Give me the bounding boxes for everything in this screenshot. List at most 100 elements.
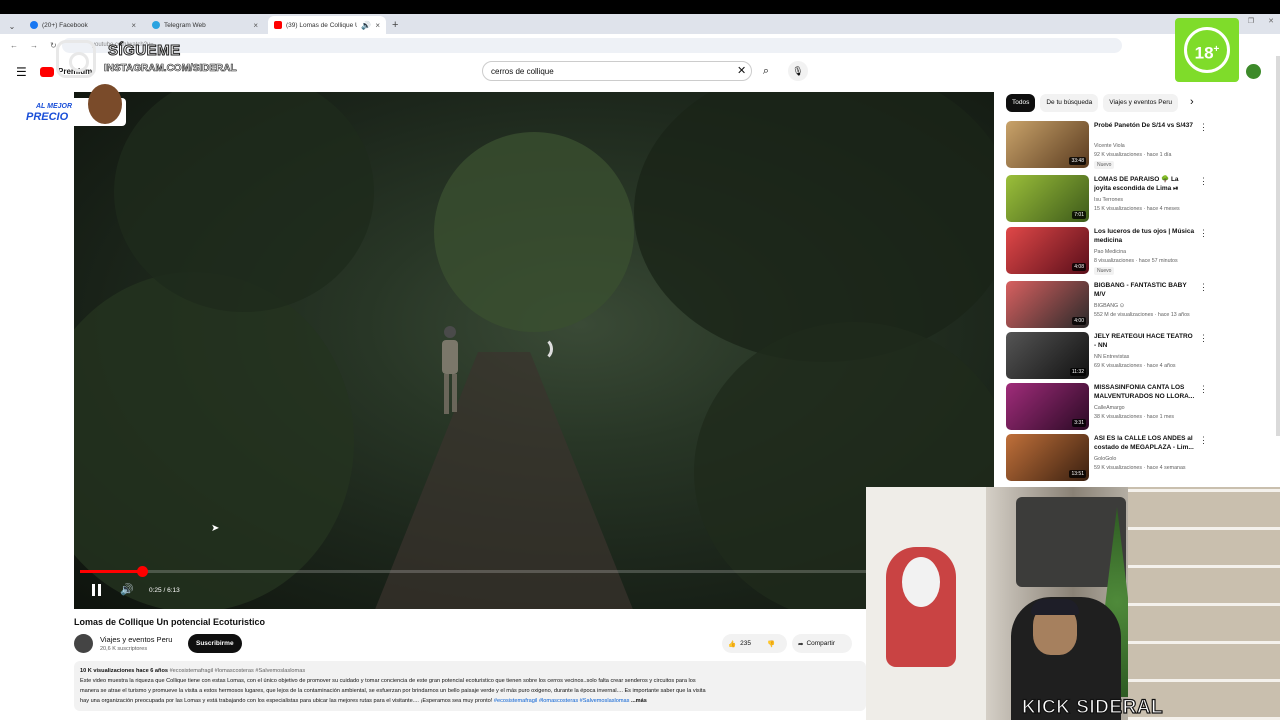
show-more-link[interactable]: ...más (631, 698, 647, 704)
scrollbar[interactable] (1276, 56, 1280, 436)
channel-name[interactable]: Pao Medicina (1094, 249, 1126, 255)
video-thumbnail[interactable]: 33:48 (1006, 121, 1089, 168)
price-sticker: AL MEJOR PRECIO (22, 84, 126, 126)
recommendation-item[interactable]: 3:31 MISSASINFONIA CANTA LOS MALVENTURADO… (1006, 383, 1216, 431)
tab-label: (20+) Facebook (42, 21, 88, 29)
video-thumbnail[interactable]: 4:00 (1006, 281, 1089, 328)
mouse-cursor-icon: ➤ (211, 523, 220, 534)
recommendation-item[interactable]: 11:32 JELY REATEGUI HACE TEATRO - NN NN En… (1006, 332, 1216, 380)
cartoon-mascot-icon (88, 84, 122, 124)
back-icon[interactable]: ← (10, 41, 18, 50)
dislike-icon[interactable]: 👎 (767, 640, 775, 648)
description-box[interactable]: 10 K visualizaciones hace 6 años #ecosis… (74, 661, 866, 711)
new-badge: Nuevo (1094, 161, 1115, 169)
description-line: manera se atrae el turismo y promueve la… (80, 688, 706, 694)
progress-track[interactable] (80, 570, 988, 573)
video-title[interactable]: BIGBANG - FANTASTIC BABY M/V (1094, 281, 1196, 299)
tab-bar: ⌄ (20+) Facebook × Telegram Web × (39) L… (0, 14, 1280, 34)
facebook-icon (30, 21, 38, 29)
follow-me-text: SÍGUEME (108, 42, 181, 60)
channel-name[interactable]: BIGBANG ⊙ (1094, 303, 1124, 309)
hashtags-bottom[interactable]: #ecosistemafragil #lomascosteras #Salvem… (494, 698, 630, 704)
video-title[interactable]: ASI ES la CALLE LOS ANDES al costado de … (1094, 434, 1196, 452)
video-thumbnail[interactable]: 7:01 (1006, 175, 1089, 222)
channel-name[interactable]: Isu Terrones (1094, 197, 1123, 203)
video-thumbnail[interactable]: 3:31 (1006, 383, 1089, 430)
streamer-webcam (866, 487, 1280, 720)
video-title[interactable]: Probé Panetón De S/14 vs S/437 (1094, 121, 1196, 130)
recommendation-item[interactable]: 33:48 Probé Panetón De S/14 vs S/437 Vicen… (1006, 121, 1216, 169)
video-duration: 11:32 (1069, 368, 1086, 376)
close-icon[interactable]: × (253, 21, 258, 30)
channel-name[interactable]: NN Entrevistas (1094, 354, 1129, 360)
mic-icon[interactable]: 🎙 (788, 61, 808, 81)
recommendation-item[interactable]: 4:08 Los luceros de tus ojos | Música med… (1006, 227, 1216, 275)
video-thumbnail[interactable]: 11:32 (1006, 332, 1089, 379)
more-options-icon[interactable]: ⋮ (1199, 384, 1208, 395)
share-button[interactable]: ➦ Compartir (792, 634, 852, 653)
more-options-icon[interactable]: ⋮ (1199, 122, 1208, 133)
more-options-icon[interactable]: ⋮ (1199, 435, 1208, 446)
video-title[interactable]: JELY REATEGUI HACE TEATRO - NN (1094, 332, 1196, 350)
recommendation-item[interactable]: 7:01 LOMAS DE PARAISO 🌳 La joyita escondi… (1006, 175, 1216, 223)
subscriber-count: 20,6 K suscriptores (100, 646, 148, 652)
pause-icon[interactable] (90, 583, 104, 597)
clear-search-icon[interactable]: ✕ (737, 64, 746, 77)
santa-beard (902, 557, 940, 607)
more-options-icon[interactable]: ⋮ (1199, 228, 1208, 239)
channel-name[interactable]: CalleAmargo (1094, 405, 1125, 411)
close-window-icon[interactable]: ✕ (1268, 17, 1274, 25)
channel-avatar[interactable] (74, 634, 93, 653)
subscribe-button[interactable]: Suscribirme (188, 634, 242, 653)
age-rating-badge: 18+ (1175, 18, 1239, 82)
video-thumbnail[interactable]: 13:51 (1006, 434, 1089, 481)
close-icon[interactable]: × (131, 21, 136, 30)
menu-icon[interactable]: ☰ (16, 65, 27, 79)
tab-search-icon[interactable]: ⌄ (4, 18, 20, 34)
like-icon[interactable]: 👍 (728, 640, 736, 648)
hashtags-top[interactable]: #ecosistemafragil #lomascosteras #Salvem… (170, 668, 306, 674)
video-duration: 7:01 (1072, 211, 1086, 219)
video-title[interactable]: LOMAS DE PARAISO 🌳 La joyita escondida d… (1094, 175, 1196, 193)
video-title[interactable]: Los luceros de tus ojos | Música medicin… (1094, 227, 1196, 245)
new-tab-button[interactable]: + (392, 16, 398, 34)
speaker-icon[interactable]: 🔊 (361, 21, 371, 30)
progress-scrubber[interactable] (137, 566, 148, 577)
maximize-icon[interactable]: ❐ (1248, 17, 1254, 25)
streamer-hair (1031, 599, 1079, 615)
url-field[interactable]: youtube.com/watch?v=... (62, 38, 1122, 53)
new-badge: Nuevo (1094, 267, 1115, 275)
chevron-right-icon[interactable]: › (1190, 96, 1194, 108)
tab-youtube[interactable]: (39) Lomas de Collique Un... 🔊 × (268, 16, 386, 34)
recommendation-item[interactable]: 4:00 BIGBANG - FANTASTIC BABY M/V BIGBANG … (1006, 281, 1216, 329)
view-stats: 69 K visualizaciones · hace 4 años (1094, 363, 1176, 369)
share-icon: ➦ (798, 640, 804, 648)
close-icon[interactable]: × (375, 21, 380, 30)
channel-name[interactable]: Viajes y eventos Peru (100, 635, 172, 644)
more-options-icon[interactable]: ⋮ (1199, 333, 1208, 344)
video-duration: 13:51 (1069, 470, 1086, 478)
price-sticker-bottom: PRECIO (26, 111, 69, 123)
channel-name[interactable]: GoloGolo (1094, 456, 1116, 462)
video-player[interactable]: 🔊 0:25 / 6:13 ➤ (74, 92, 994, 609)
channel-name[interactable]: Vicente Viola (1094, 143, 1125, 149)
more-options-icon[interactable]: ⋮ (1199, 282, 1208, 293)
recommendation-item[interactable]: 13:51 ASI ES la CALLE LOS ANDES al costad… (1006, 434, 1216, 482)
forward-icon[interactable]: → (30, 41, 38, 50)
instagram-icon (56, 40, 96, 78)
tab-telegram[interactable]: Telegram Web × (146, 16, 264, 34)
search-input[interactable]: cerros de collique (482, 61, 752, 81)
video-thumbnail[interactable]: 4:08 (1006, 227, 1089, 274)
tab-label: Telegram Web (164, 21, 206, 29)
like-count[interactable]: 235 (740, 640, 751, 647)
video-title[interactable]: MISSASINFONIA CANTA LOS MALVENTURADOS NO… (1094, 383, 1196, 401)
more-options-icon[interactable]: ⋮ (1199, 176, 1208, 187)
avatar[interactable] (1246, 64, 1261, 79)
chip-from-search[interactable]: De tu búsqueda (1040, 94, 1099, 112)
volume-icon[interactable]: 🔊 (120, 583, 134, 596)
chip-channel[interactable]: Viajes y eventos Peru (1103, 94, 1179, 112)
youtube-logo-icon[interactable] (40, 67, 54, 77)
tab-facebook[interactable]: (20+) Facebook × (24, 16, 142, 34)
search-icon[interactable]: ⌕ (752, 61, 780, 81)
chip-all[interactable]: Todos (1006, 94, 1036, 112)
